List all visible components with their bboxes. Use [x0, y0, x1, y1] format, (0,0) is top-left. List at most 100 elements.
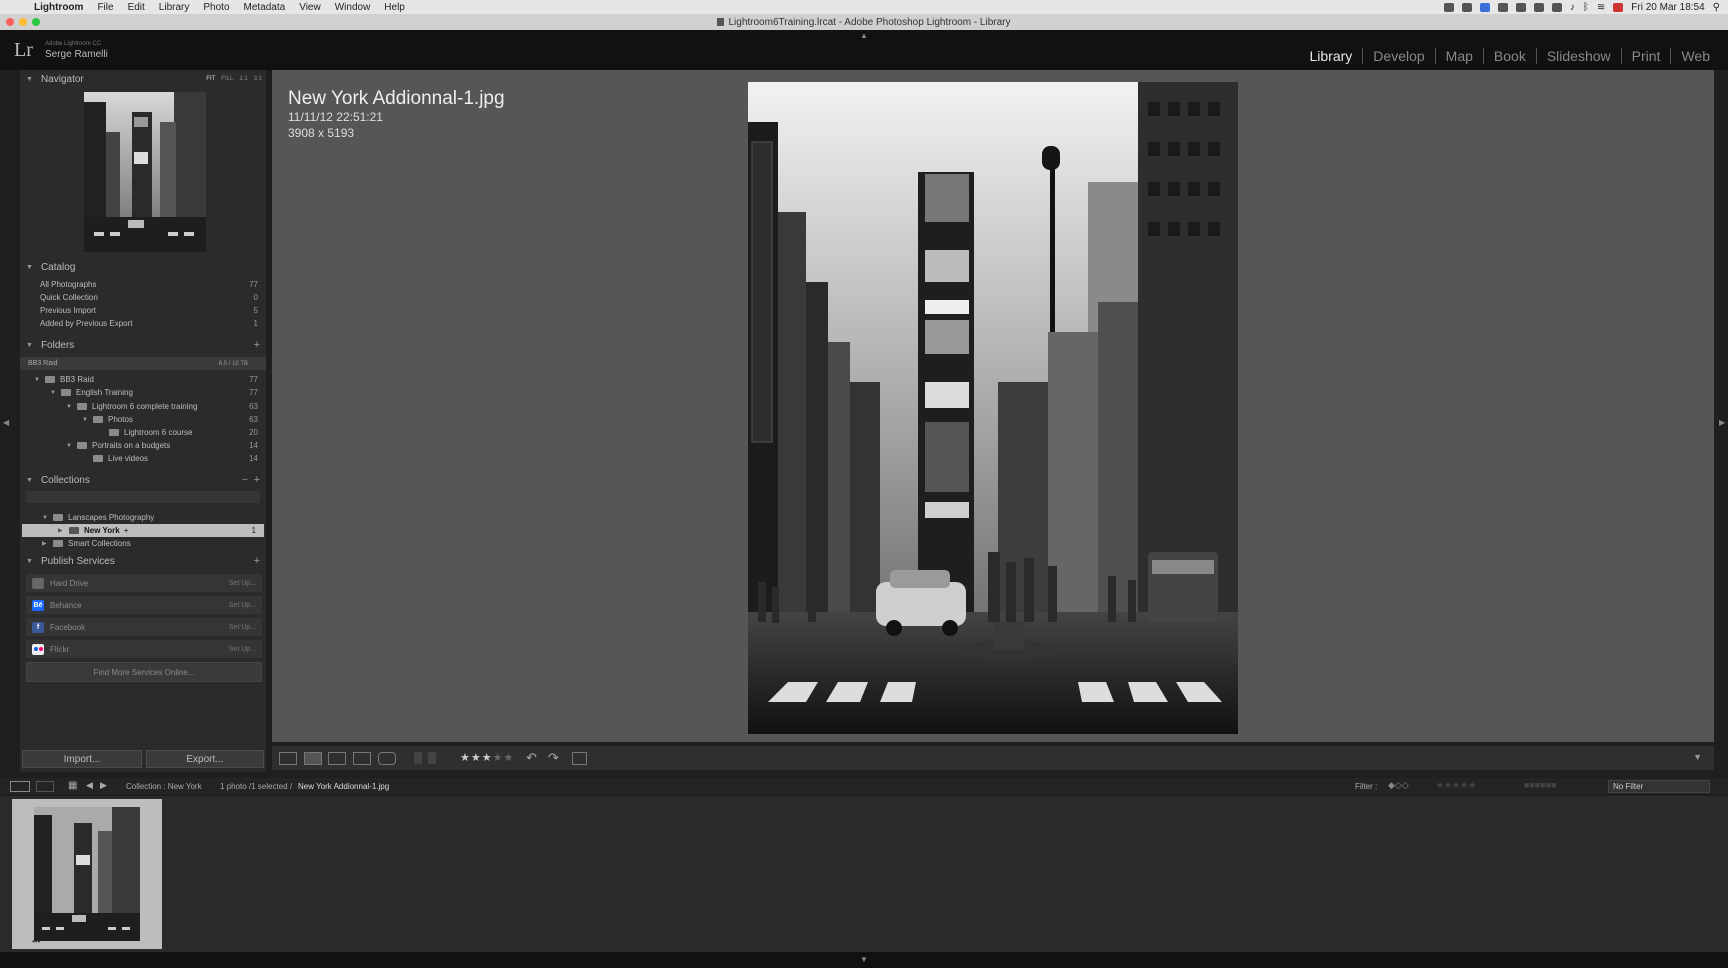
- volume-icon[interactable]: ♪: [1570, 2, 1575, 13]
- rating-star-icon[interactable]: ★: [504, 752, 515, 764]
- clock[interactable]: Fri 20 Mar 18:54: [1631, 2, 1704, 13]
- publish-setup-link[interactable]: Set Up...: [229, 624, 256, 631]
- module-web[interactable]: Web: [1670, 48, 1720, 64]
- star-rating[interactable]: ★★★★★: [460, 751, 514, 764]
- tray-app-icon[interactable]: [1515, 2, 1526, 12]
- grid-icon[interactable]: ▦: [68, 780, 77, 791]
- add-collection-icon[interactable]: +: [254, 474, 260, 486]
- collection-item-new-york[interactable]: ▶ New York + 1: [22, 524, 264, 537]
- menu-metadata[interactable]: Metadata: [244, 2, 286, 13]
- menu-window[interactable]: Window: [335, 2, 371, 13]
- module-print[interactable]: Print: [1620, 48, 1671, 64]
- module-book[interactable]: Book: [1482, 48, 1536, 64]
- left-panel-toggle-icon[interactable]: ◀: [3, 418, 9, 427]
- folder-item-bb3-raid[interactable]: ▼ BB3 Raid 77: [20, 373, 266, 386]
- rating-star-icon[interactable]: ★: [493, 752, 504, 764]
- tray-app-icon[interactable]: [1533, 2, 1544, 12]
- tray-app-icon[interactable]: [1443, 2, 1454, 12]
- import-button[interactable]: Import...: [22, 750, 142, 768]
- flag-icon[interactable]: [1613, 2, 1624, 12]
- collapse-triangle-icon[interactable]: ▼: [26, 264, 33, 271]
- zoom-fill[interactable]: FILL: [221, 76, 233, 82]
- folder-item-portraits-on-a-budgets[interactable]: ▼ Portraits on a budgets 14: [20, 439, 266, 452]
- menu-photo[interactable]: Photo: [203, 2, 229, 13]
- collapse-triangle-icon[interactable]: ▼: [26, 477, 33, 484]
- loupe-view-icon[interactable]: [304, 752, 322, 765]
- survey-view-icon[interactable]: [353, 752, 371, 765]
- module-develop[interactable]: Develop: [1362, 48, 1434, 64]
- bluetooth-icon[interactable]: ᛒ: [1583, 2, 1589, 13]
- expand-triangle-icon[interactable]: ▶: [42, 540, 48, 547]
- filter-preset-select[interactable]: No Filter: [1608, 780, 1710, 793]
- catalog-item-previous-import[interactable]: Previous Import 5: [20, 304, 266, 317]
- menu-edit[interactable]: Edit: [128, 2, 145, 13]
- folder-item-live-videos[interactable]: Live videos 14: [20, 452, 266, 465]
- people-view-icon[interactable]: [378, 752, 396, 765]
- publish-flickr[interactable]: Flickr Set Up...: [26, 640, 262, 658]
- filmstrip-thumbnail[interactable]: •••: [12, 799, 162, 949]
- dropbox-icon[interactable]: [1497, 2, 1508, 12]
- folder-item-lightroom-6-complete-training[interactable]: ▼ Lightroom 6 complete training 63: [20, 400, 266, 413]
- expand-triangle-icon[interactable]: ▼: [34, 377, 40, 383]
- minimize-window-button[interactable]: [19, 18, 27, 26]
- publish-setup-link[interactable]: Set Up...: [229, 580, 256, 587]
- publish-services-header[interactable]: ▼ Publish Services +: [20, 554, 266, 568]
- expand-triangle-icon[interactable]: ▶: [58, 527, 64, 534]
- folder-item-photos[interactable]: ▼ Photos 63: [20, 413, 266, 426]
- catalog-item-all-photographs[interactable]: All Photographs 77: [20, 278, 266, 291]
- grid-view-icon[interactable]: [279, 752, 297, 765]
- folders-header[interactable]: ▼ Folders +: [20, 338, 266, 352]
- filter-color-label-icons[interactable]: ■■■■■■: [1524, 780, 1557, 790]
- menu-file[interactable]: File: [97, 2, 113, 13]
- zoom-fit[interactable]: FIT: [206, 76, 215, 82]
- add-publish-service-icon[interactable]: +: [254, 555, 260, 567]
- expand-triangle-icon[interactable]: ▼: [66, 443, 72, 449]
- module-slideshow[interactable]: Slideshow: [1535, 48, 1621, 64]
- module-map[interactable]: Map: [1434, 48, 1483, 64]
- module-library[interactable]: Library: [1300, 48, 1363, 64]
- spotlight-search-icon[interactable]: ⚲: [1713, 2, 1720, 13]
- menu-app[interactable]: Lightroom: [34, 2, 83, 13]
- publish-behance[interactable]: Bē Behance Set Up...: [26, 596, 262, 614]
- folder-item-lightroom-6-course[interactable]: Lightroom 6 course 20: [20, 426, 266, 439]
- crop-overlay-icon[interactable]: [572, 752, 587, 765]
- filter-flag-icons[interactable]: ◆◇◇: [1388, 780, 1409, 791]
- publish-setup-link[interactable]: Set Up...: [229, 646, 256, 653]
- filmstrip-filename[interactable]: New York Addionnal-1.jpg: [298, 782, 389, 791]
- rating-star-icon[interactable]: ★: [471, 752, 482, 764]
- menu-view[interactable]: View: [299, 2, 321, 13]
- expand-triangle-icon[interactable]: ▼: [66, 404, 72, 410]
- publish-hard-drive[interactable]: Hard Drive Set Up...: [26, 574, 262, 592]
- toolbar-menu-chevron-icon[interactable]: ▼: [1693, 752, 1702, 762]
- menu-help[interactable]: Help: [384, 2, 405, 13]
- collection-set-smart-collections[interactable]: ▶ Smart Collections: [20, 537, 266, 550]
- catalog-header[interactable]: ▼ Catalog: [20, 260, 266, 274]
- main-photo[interactable]: [748, 82, 1238, 734]
- compare-view-icon[interactable]: [328, 752, 346, 765]
- folder-item-english-training[interactable]: ▼ English Training 77: [20, 386, 266, 399]
- primary-window-icon[interactable]: [10, 781, 30, 792]
- loupe-view[interactable]: New York Addionnal-1.jpg 11/11/12 22:51:…: [272, 70, 1714, 742]
- filter-star-icons[interactable]: ★★★★★: [1436, 780, 1476, 791]
- collections-header[interactable]: ▼ Collections − +: [20, 473, 266, 487]
- right-panel-toggle-icon[interactable]: ▶: [1719, 418, 1725, 427]
- rotate-left-icon[interactable]: ↶: [526, 750, 537, 766]
- collection-set-lanscapes-photography[interactable]: ▼ Lanscapes Photography: [20, 511, 266, 524]
- close-window-button[interactable]: [6, 18, 14, 26]
- add-folder-icon[interactable]: +: [254, 339, 260, 351]
- collections-filter-input[interactable]: [26, 491, 260, 503]
- bottom-panel-toggle-icon[interactable]: ▼: [860, 955, 868, 964]
- secondary-window-icon[interactable]: [36, 781, 54, 792]
- rating-star-icon[interactable]: ★: [482, 752, 493, 764]
- zoom-1-1[interactable]: 1:1: [239, 76, 247, 82]
- flag-pick-icon[interactable]: [414, 752, 422, 764]
- top-panel-toggle-icon[interactable]: ▲: [860, 31, 868, 40]
- flag-reject-icon[interactable]: [428, 752, 436, 764]
- wifi-icon[interactable]: ≋: [1597, 2, 1605, 13]
- publish-facebook[interactable]: f Facebook Set Up...: [26, 618, 262, 636]
- navigator-preview[interactable]: [84, 92, 206, 252]
- catalog-item-quick-collection[interactable]: Quick Collection 0: [20, 291, 266, 304]
- filmstrip-source[interactable]: Collection : New York: [126, 782, 202, 791]
- filmstrip[interactable]: •••: [0, 796, 1728, 952]
- zoom-window-button[interactable]: [32, 18, 40, 26]
